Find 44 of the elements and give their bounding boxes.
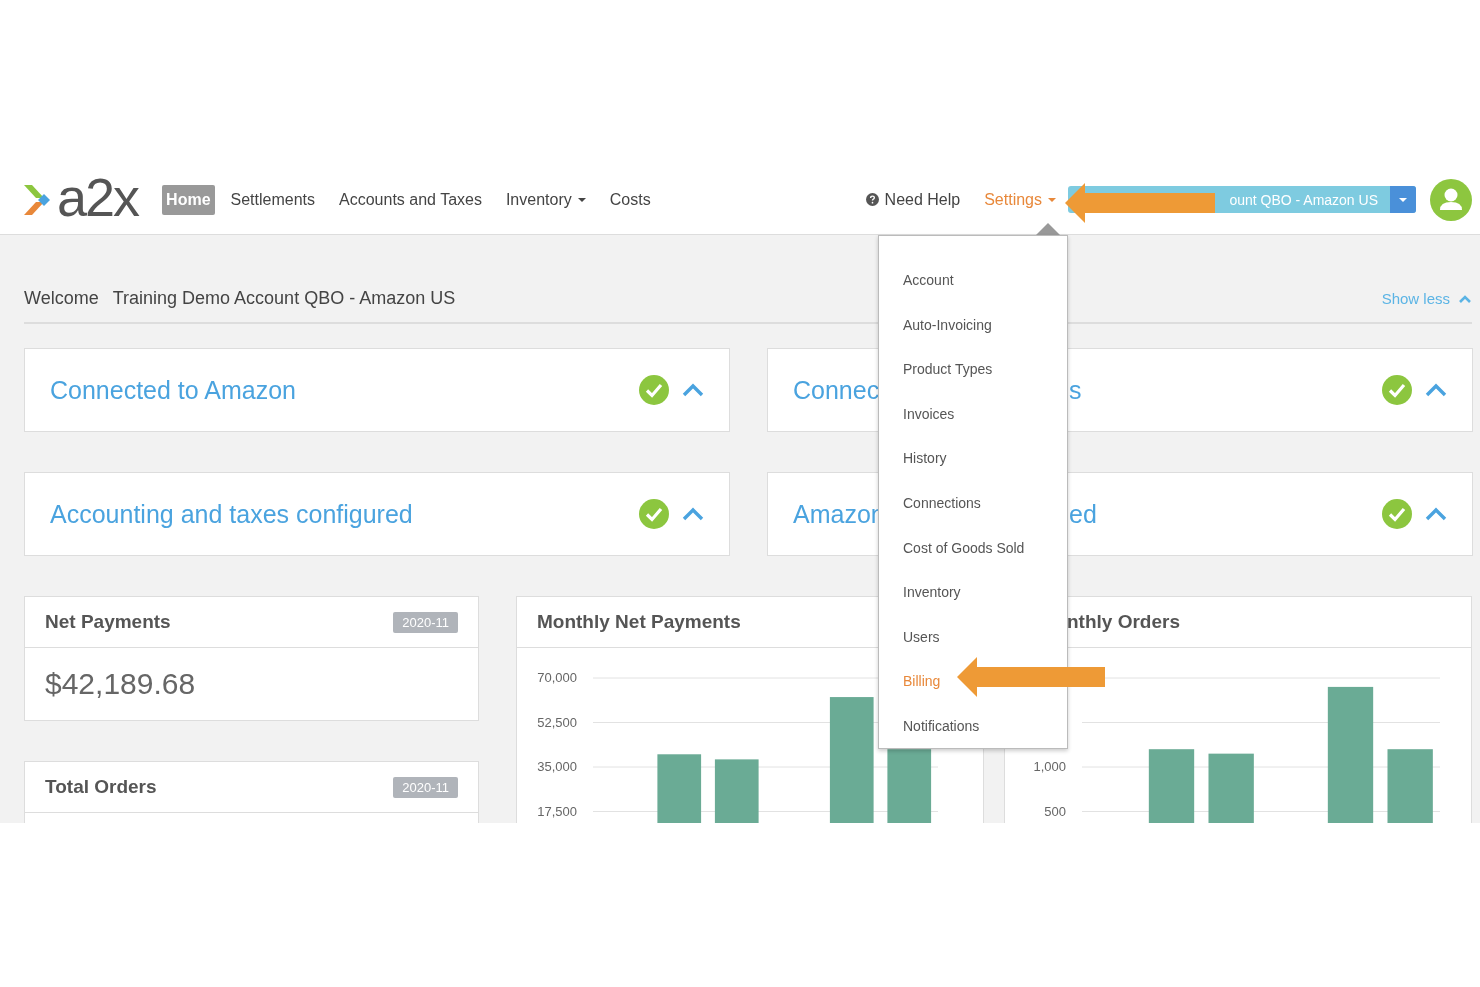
chevron-up-icon xyxy=(1458,293,1472,304)
chart-bar xyxy=(1208,753,1254,823)
menu-item[interactable]: Cost of Goods Sold xyxy=(903,525,1025,570)
chevron-up-icon[interactable] xyxy=(1424,506,1448,522)
period-badge: 2020-11 xyxy=(393,611,458,633)
stat-title: Total Orders xyxy=(45,776,157,798)
chevron-up-icon[interactable] xyxy=(681,506,705,522)
help-icon xyxy=(865,193,879,206)
chart-bar xyxy=(657,754,702,823)
menu-item[interactable]: History xyxy=(903,436,947,481)
welcome-label: Welcome xyxy=(24,288,99,309)
help-link[interactable]: Need Help xyxy=(865,190,961,209)
menu-pointer-icon xyxy=(1036,223,1060,235)
chart-bar xyxy=(714,759,759,823)
stat-value: $42,189.68 xyxy=(45,667,196,701)
chevron-up-icon[interactable] xyxy=(1424,382,1448,398)
axis-label: 1,000 xyxy=(1033,759,1066,774)
menu-item[interactable]: Invoices xyxy=(903,391,955,437)
axis-label: 35,000 xyxy=(537,759,577,774)
axis-label: 52,500 xyxy=(537,714,577,730)
account-name: ount QBO - Amazon US xyxy=(1229,191,1378,208)
menu-item[interactable]: Account xyxy=(903,258,954,303)
axis-label: 17,500 xyxy=(537,803,577,819)
avatar-icon[interactable] xyxy=(1430,178,1472,221)
account-dropdown-button[interactable] xyxy=(1390,186,1416,213)
axis-label: 500 xyxy=(1044,803,1066,819)
nav-tab[interactable]: Accounts and Taxes xyxy=(331,184,490,215)
nav-tab[interactable]: Settlements xyxy=(222,184,323,215)
chart-title: nthly Orders xyxy=(1067,611,1180,633)
period-badge: 2020-11 xyxy=(393,776,458,798)
axis-label: 70,000 xyxy=(537,670,577,685)
nav-tab[interactable]: Costs xyxy=(601,184,659,215)
menu-item[interactable]: Notifications xyxy=(903,703,980,748)
menu-item[interactable]: Product Types xyxy=(903,347,993,392)
logo-text: a2x xyxy=(57,176,139,223)
menu-item[interactable]: Users xyxy=(903,614,940,659)
stat-title: Net Payments xyxy=(45,611,171,633)
menu-item[interactable]: Connections xyxy=(903,480,981,526)
chart-title: Monthly Net Payments xyxy=(537,611,741,633)
account-title: Training Demo Account QBO - Amazon US xyxy=(112,288,456,309)
chevron-up-icon[interactable] xyxy=(681,382,705,398)
menu-item[interactable]: Auto-Invoicing xyxy=(903,302,992,348)
nav-tab[interactable]: Inventory xyxy=(497,184,594,215)
menu-item[interactable]: Inventory xyxy=(903,569,961,615)
